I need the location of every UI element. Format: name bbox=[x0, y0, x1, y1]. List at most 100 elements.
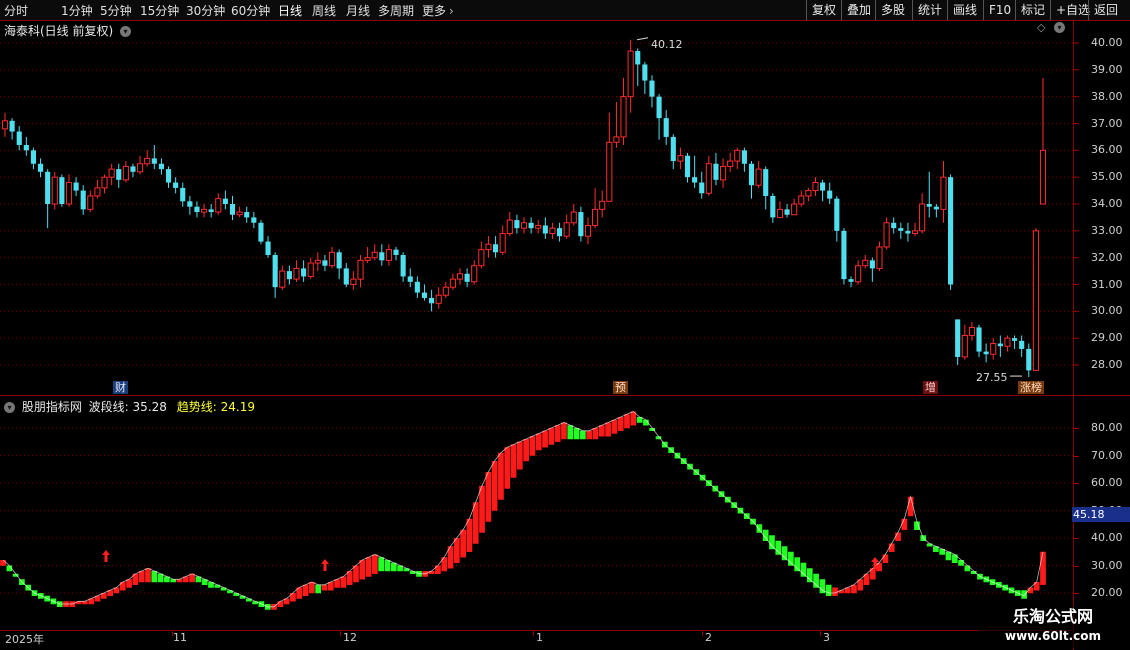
wave-bar bbox=[567, 425, 574, 440]
wave-bar bbox=[901, 518, 908, 530]
candle-body bbox=[336, 252, 342, 269]
candle-body bbox=[435, 294, 442, 304]
candlestick-chart[interactable] bbox=[0, 20, 1073, 395]
candle-body bbox=[442, 286, 449, 296]
period-tab-5min[interactable]: 5分钟 bbox=[100, 2, 132, 19]
candle-body bbox=[955, 319, 961, 357]
candle-body bbox=[173, 182, 179, 188]
price-axis-label: 30.00 bbox=[1091, 304, 1123, 318]
mark-button[interactable]: 标记 bbox=[1015, 0, 1050, 20]
current-value-box: 45.18 bbox=[1072, 507, 1130, 522]
candle-body bbox=[456, 273, 464, 280]
candle-body bbox=[322, 260, 328, 266]
period-tab-15min[interactable]: 15分钟 bbox=[140, 2, 179, 19]
multi-stock-button[interactable]: 多股 bbox=[875, 0, 910, 20]
period-tab-monthly[interactable]: 月线 bbox=[346, 2, 370, 19]
x-tick bbox=[533, 630, 534, 636]
wave-bar bbox=[598, 425, 605, 437]
wave-bar bbox=[775, 540, 782, 555]
period-tab-realtime[interactable]: 分时 bbox=[4, 2, 28, 19]
candle-body bbox=[976, 327, 982, 352]
finance-event-marker[interactable]: 财 bbox=[113, 381, 128, 394]
candle-body bbox=[116, 169, 122, 180]
candle-body bbox=[144, 157, 151, 165]
candle-body bbox=[549, 227, 556, 235]
wave-bar bbox=[825, 584, 832, 596]
wave-bar bbox=[535, 433, 542, 451]
candle-body bbox=[961, 334, 968, 358]
candle-body bbox=[720, 165, 727, 181]
wave-bar bbox=[302, 584, 309, 596]
period-tab-60min[interactable]: 60分钟 bbox=[231, 2, 270, 19]
candle-body bbox=[194, 206, 200, 213]
back-button[interactable]: 返回 bbox=[1088, 0, 1123, 20]
candle-body bbox=[87, 195, 94, 210]
candle-body bbox=[151, 158, 157, 164]
candle-body bbox=[30, 150, 36, 164]
price-axis-label: 36.00 bbox=[1091, 143, 1123, 157]
period-tab-30min[interactable]: 30分钟 bbox=[186, 2, 225, 19]
wave-bar bbox=[340, 576, 347, 588]
overlay-button[interactable]: 叠加 bbox=[841, 0, 876, 20]
wave-indicator-chart[interactable] bbox=[0, 396, 1073, 630]
candle-body bbox=[158, 163, 164, 170]
price-axis-label: 40.00 bbox=[1091, 36, 1123, 49]
wave-bar bbox=[580, 430, 586, 440]
indicator-axis-tick bbox=[1074, 428, 1079, 429]
period-tab-multi[interactable]: 多周期 bbox=[378, 2, 414, 19]
candle-body bbox=[776, 208, 784, 218]
wave-bar bbox=[510, 444, 517, 478]
candle-body bbox=[911, 230, 919, 235]
indicator-axis-tick bbox=[1074, 565, 1079, 567]
wave-bar bbox=[586, 430, 593, 440]
candle-body bbox=[343, 268, 349, 285]
candle-body bbox=[841, 230, 847, 280]
price-axis-label: 38.00 bbox=[1091, 89, 1123, 103]
candle-body bbox=[1012, 338, 1018, 341]
candle-body bbox=[805, 190, 812, 197]
wave-bar bbox=[145, 568, 151, 583]
candle-body bbox=[514, 220, 520, 229]
indicator-axis-label: 60.00 bbox=[1091, 476, 1123, 489]
candle-body bbox=[578, 212, 584, 237]
forecast-event-marker[interactable]: 预 bbox=[613, 381, 628, 394]
candle-body bbox=[236, 211, 243, 216]
period-tab-more[interactable]: 更多 › bbox=[422, 2, 454, 19]
candle-body bbox=[314, 259, 321, 264]
indicator-axis-label: 80.00 bbox=[1091, 421, 1123, 434]
candle-body bbox=[990, 343, 997, 355]
wave-bar bbox=[806, 568, 813, 583]
wave-bar bbox=[453, 538, 460, 563]
limit-up-rank-marker[interactable]: 涨榜 bbox=[1018, 381, 1044, 394]
restore-rights-button[interactable]: 复权 bbox=[806, 0, 841, 20]
candle-body bbox=[421, 292, 428, 298]
watermark-url: www.60lt.com bbox=[1004, 629, 1102, 643]
wave-bar bbox=[888, 543, 895, 552]
x-tick bbox=[702, 630, 703, 636]
candle-body bbox=[812, 182, 819, 192]
wave-bar bbox=[554, 425, 561, 442]
candle-body bbox=[393, 249, 399, 255]
candle-body bbox=[933, 206, 939, 210]
up-arrow-icon bbox=[102, 550, 110, 562]
f10-button[interactable]: F10 bbox=[983, 0, 1016, 20]
wave-bar bbox=[151, 571, 158, 583]
wave-bar bbox=[617, 417, 624, 431]
candle-body bbox=[251, 217, 257, 223]
period-tab-daily[interactable]: 日线 bbox=[278, 2, 302, 19]
candle-body bbox=[493, 244, 499, 253]
candle-body bbox=[407, 276, 413, 282]
period-tab-1min[interactable]: 1分钟 bbox=[61, 2, 93, 19]
statistics-button[interactable]: 统计 bbox=[912, 0, 947, 20]
candle-body bbox=[101, 176, 108, 189]
price-axis-label: 39.00 bbox=[1091, 62, 1123, 76]
draw-line-button[interactable]: 画线 bbox=[947, 0, 982, 20]
candle-body bbox=[272, 254, 278, 288]
candle-body bbox=[478, 249, 485, 267]
candle-body bbox=[649, 80, 655, 97]
wave-bar bbox=[245, 598, 252, 602]
period-tab-weekly[interactable]: 周线 bbox=[312, 2, 336, 19]
candle-body bbox=[855, 265, 862, 283]
candle-body bbox=[1004, 337, 1011, 347]
increase-event-marker[interactable]: 增 bbox=[923, 381, 938, 394]
